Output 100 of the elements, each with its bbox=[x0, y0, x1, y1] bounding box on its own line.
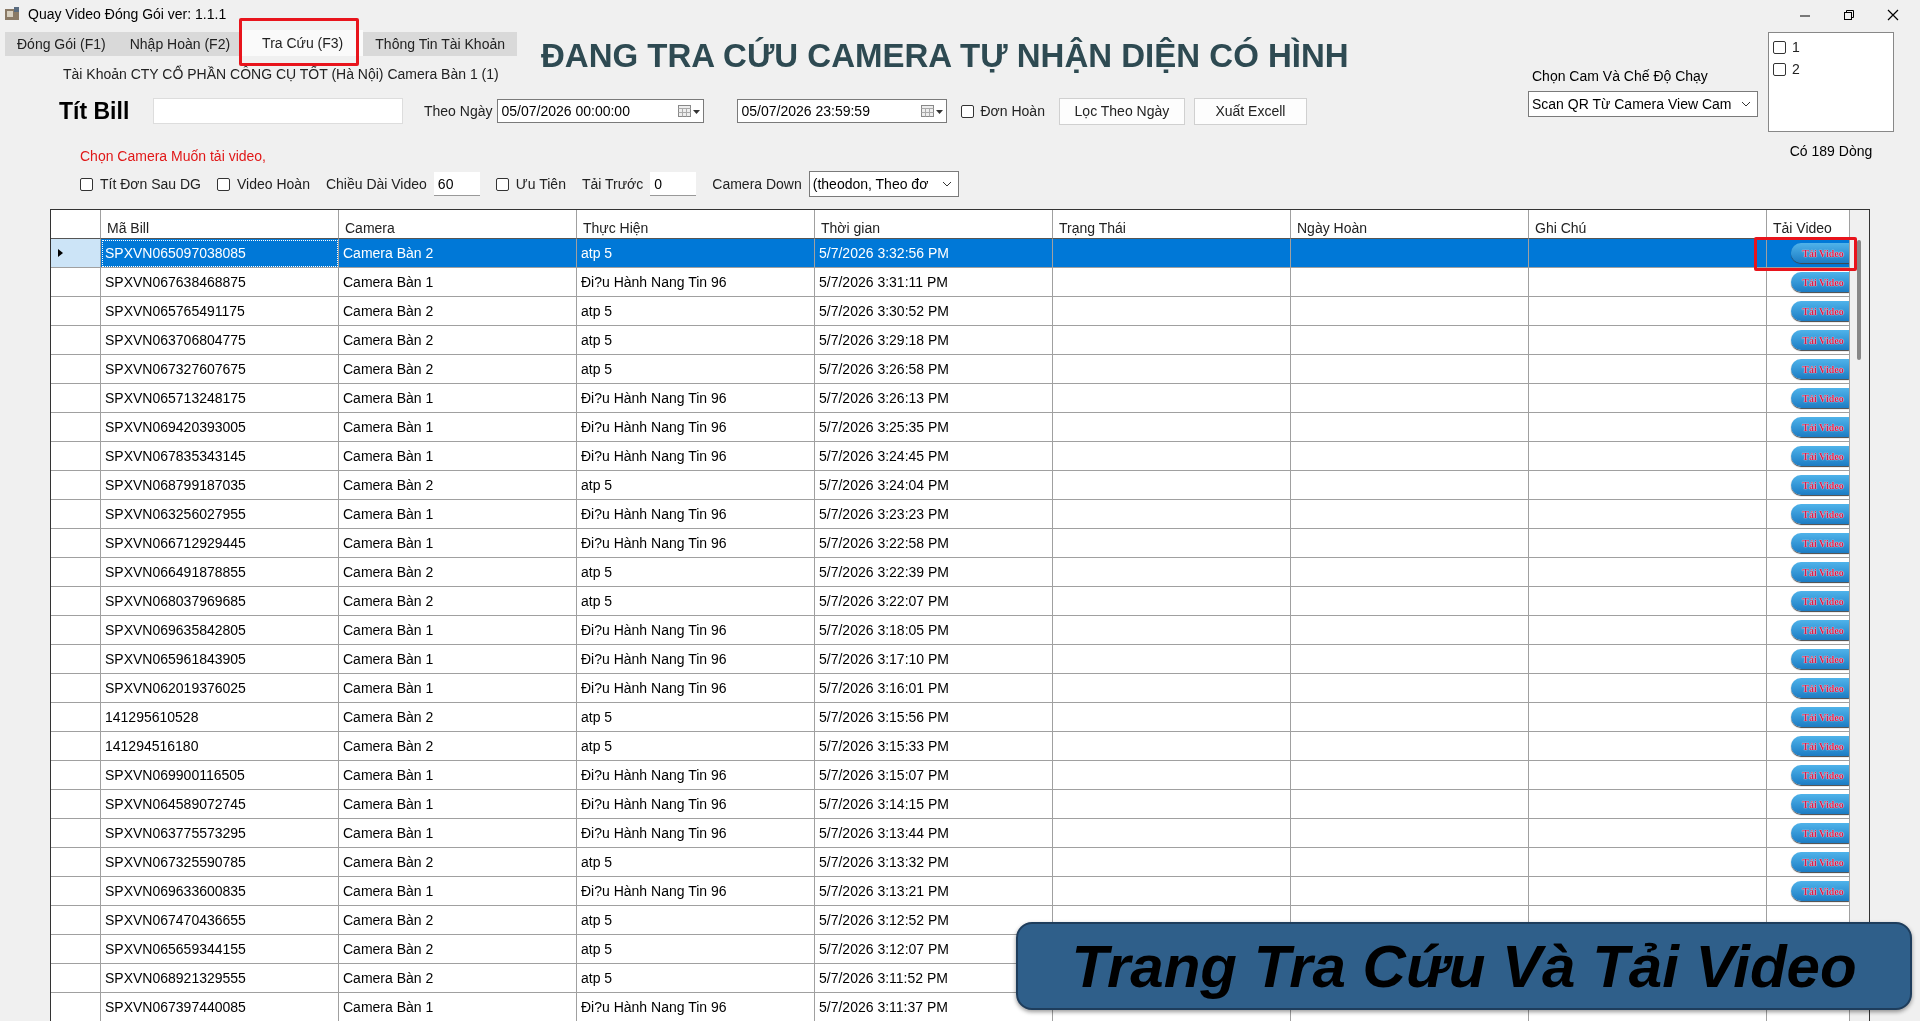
row-header[interactable] bbox=[51, 471, 101, 500]
table-cell: SPXVN067397440085 bbox=[101, 993, 339, 1021]
row-header[interactable] bbox=[51, 819, 101, 848]
row-header[interactable] bbox=[51, 529, 101, 558]
download-video-button[interactable]: Tải Video bbox=[1791, 533, 1849, 553]
scrollbar-thumb[interactable] bbox=[1857, 240, 1861, 360]
row-header[interactable] bbox=[51, 413, 101, 442]
table-cell: Camera Bàn 1 bbox=[339, 877, 577, 906]
list-item-label: 1 bbox=[1792, 39, 1800, 55]
checkbox[interactable] bbox=[961, 104, 975, 118]
export-button[interactable]: Xuất Excell bbox=[1193, 97, 1307, 125]
field-label: Chiều Dài Video bbox=[325, 176, 427, 192]
row-header[interactable] bbox=[51, 674, 101, 703]
column-header[interactable]: Trạng Thái bbox=[1053, 210, 1291, 239]
row-header[interactable] bbox=[51, 355, 101, 384]
table-cell: 5/7/2026 3:15:33 PM bbox=[815, 732, 1053, 761]
checkbox[interactable] bbox=[1773, 40, 1786, 54]
row-header[interactable] bbox=[51, 326, 101, 355]
row-header[interactable] bbox=[51, 703, 101, 732]
row-header[interactable] bbox=[51, 935, 101, 964]
table-cell: Camera Bàn 2 bbox=[339, 732, 577, 761]
table-cell: atp 5 bbox=[577, 297, 815, 326]
tab[interactable]: Thông Tin Tài Khoản bbox=[363, 32, 517, 56]
row-header[interactable] bbox=[51, 848, 101, 877]
row-header[interactable] bbox=[51, 500, 101, 529]
column-header[interactable]: Tải Video bbox=[1767, 210, 1850, 239]
download-video-button[interactable]: Tải Video bbox=[1791, 794, 1849, 814]
table-cell: 5/7/2026 3:26:58 PM bbox=[815, 355, 1053, 384]
row-header[interactable] bbox=[51, 906, 101, 935]
download-video-button[interactable]: Tải Video bbox=[1791, 707, 1849, 727]
checkbox[interactable] bbox=[495, 177, 509, 191]
row-header[interactable] bbox=[51, 268, 101, 297]
download-video-button[interactable]: Tải Video bbox=[1791, 330, 1849, 350]
download-video-button[interactable]: Tải Video bbox=[1791, 272, 1849, 292]
row-header[interactable] bbox=[51, 761, 101, 790]
download-video-button[interactable]: Tải Video bbox=[1791, 388, 1849, 408]
row-header[interactable] bbox=[51, 964, 101, 993]
row-header[interactable] bbox=[51, 645, 101, 674]
date-picker[interactable]: 05/07/2026 23:59:59 bbox=[737, 99, 948, 123]
download-video-button[interactable]: Tải Video bbox=[1791, 823, 1849, 843]
close-icon[interactable] bbox=[1886, 8, 1900, 22]
download-video-button[interactable]: Tải Video bbox=[1791, 475, 1849, 495]
app-icon bbox=[4, 6, 20, 22]
download-video-button[interactable]: Tải Video bbox=[1791, 736, 1849, 756]
tab[interactable]: Nhập Hoàn (F2) bbox=[117, 32, 243, 56]
row-header[interactable] bbox=[51, 384, 101, 413]
download-video-button[interactable]: Tải Video bbox=[1791, 620, 1849, 640]
download-video-button[interactable]: Tải Video bbox=[1791, 852, 1849, 872]
column-header[interactable]: Thực Hiện bbox=[577, 210, 815, 239]
download-video-button[interactable]: Tải Video bbox=[1791, 359, 1849, 379]
table-cell: Camera Bàn 1 bbox=[339, 384, 577, 413]
download-video-button[interactable]: Tải Video bbox=[1791, 649, 1849, 669]
row-header[interactable] bbox=[51, 558, 101, 587]
row-header[interactable] bbox=[51, 442, 101, 471]
account-info: Tài Khoản CTY CỔ PHẦN CÔNG CỤ TỐT (Hà Nội) Camera Bàn 1 (1) bbox=[62, 66, 500, 82]
restore-icon[interactable] bbox=[1842, 8, 1856, 22]
row-header[interactable] bbox=[51, 790, 101, 819]
download-video-button[interactable]: Tải Video bbox=[1791, 678, 1849, 698]
number-field[interactable]: 60 bbox=[433, 172, 480, 196]
row-header[interactable] bbox=[51, 239, 101, 268]
column-header[interactable]: Thời gian bbox=[815, 210, 1053, 239]
download-video-button[interactable]: Tải Video bbox=[1791, 446, 1849, 466]
dropdown[interactable]: Scan QR Từ Camera View Cam bbox=[1528, 91, 1758, 117]
download-video-button[interactable]: Tải Video bbox=[1791, 301, 1849, 321]
table-cell: atp 5 bbox=[577, 239, 815, 268]
checkbox-label: Ưu Tiên bbox=[515, 176, 566, 192]
scan-field[interactable] bbox=[153, 98, 403, 124]
download-video-button[interactable]: Tải Video bbox=[1791, 417, 1849, 437]
checkbox[interactable] bbox=[217, 177, 230, 191]
tab[interactable]: Đóng Gói (F1) bbox=[5, 32, 118, 56]
table-cell: 5/7/2026 3:16:01 PM bbox=[815, 674, 1053, 703]
download-video-button[interactable]: Tải Video bbox=[1791, 881, 1849, 901]
column-header[interactable]: Ngày Hoàn bbox=[1291, 210, 1529, 239]
row-header[interactable] bbox=[51, 877, 101, 906]
checkbox[interactable] bbox=[1773, 62, 1786, 76]
table-cell: Camera Bàn 1 bbox=[339, 413, 577, 442]
table-cell: SPXVN065961843905 bbox=[101, 645, 339, 674]
column-header[interactable]: Camera bbox=[339, 210, 577, 239]
column-header[interactable]: Mã Bill bbox=[101, 210, 339, 239]
column-header[interactable]: Ghi Chú bbox=[1529, 210, 1767, 239]
row-header[interactable] bbox=[51, 297, 101, 326]
row-header[interactable] bbox=[51, 732, 101, 761]
row-header[interactable] bbox=[51, 587, 101, 616]
dropdown[interactable]: (theodon, Theo đơ bbox=[808, 171, 959, 197]
calendar-icon[interactable] bbox=[921, 104, 944, 118]
date-picker[interactable]: 05/07/2026 00:00:00 bbox=[497, 99, 705, 123]
filter-button[interactable]: Lọc Theo Ngày bbox=[1058, 97, 1185, 125]
download-video-button[interactable]: Tải Video bbox=[1791, 591, 1849, 611]
calendar-icon[interactable] bbox=[678, 104, 701, 118]
download-video-button[interactable]: Tải Video bbox=[1791, 504, 1849, 524]
table-cell: 5/7/2026 3:32:56 PM bbox=[815, 239, 1053, 268]
table-cell: Đi?u Hành Nang Tin 96 bbox=[577, 674, 815, 703]
download-video-button[interactable]: Tải Video bbox=[1791, 765, 1849, 785]
checkbox[interactable] bbox=[80, 177, 93, 191]
number-field[interactable]: 0 bbox=[650, 172, 697, 196]
download-video-button[interactable]: Tải Video bbox=[1791, 562, 1849, 582]
row-header[interactable] bbox=[51, 616, 101, 645]
table-cell: Camera Bàn 1 bbox=[339, 616, 577, 645]
download-video-button[interactable]: Tải Video bbox=[1791, 243, 1849, 263]
tab[interactable]: Tra Cứu (F3) bbox=[242, 30, 364, 56]
